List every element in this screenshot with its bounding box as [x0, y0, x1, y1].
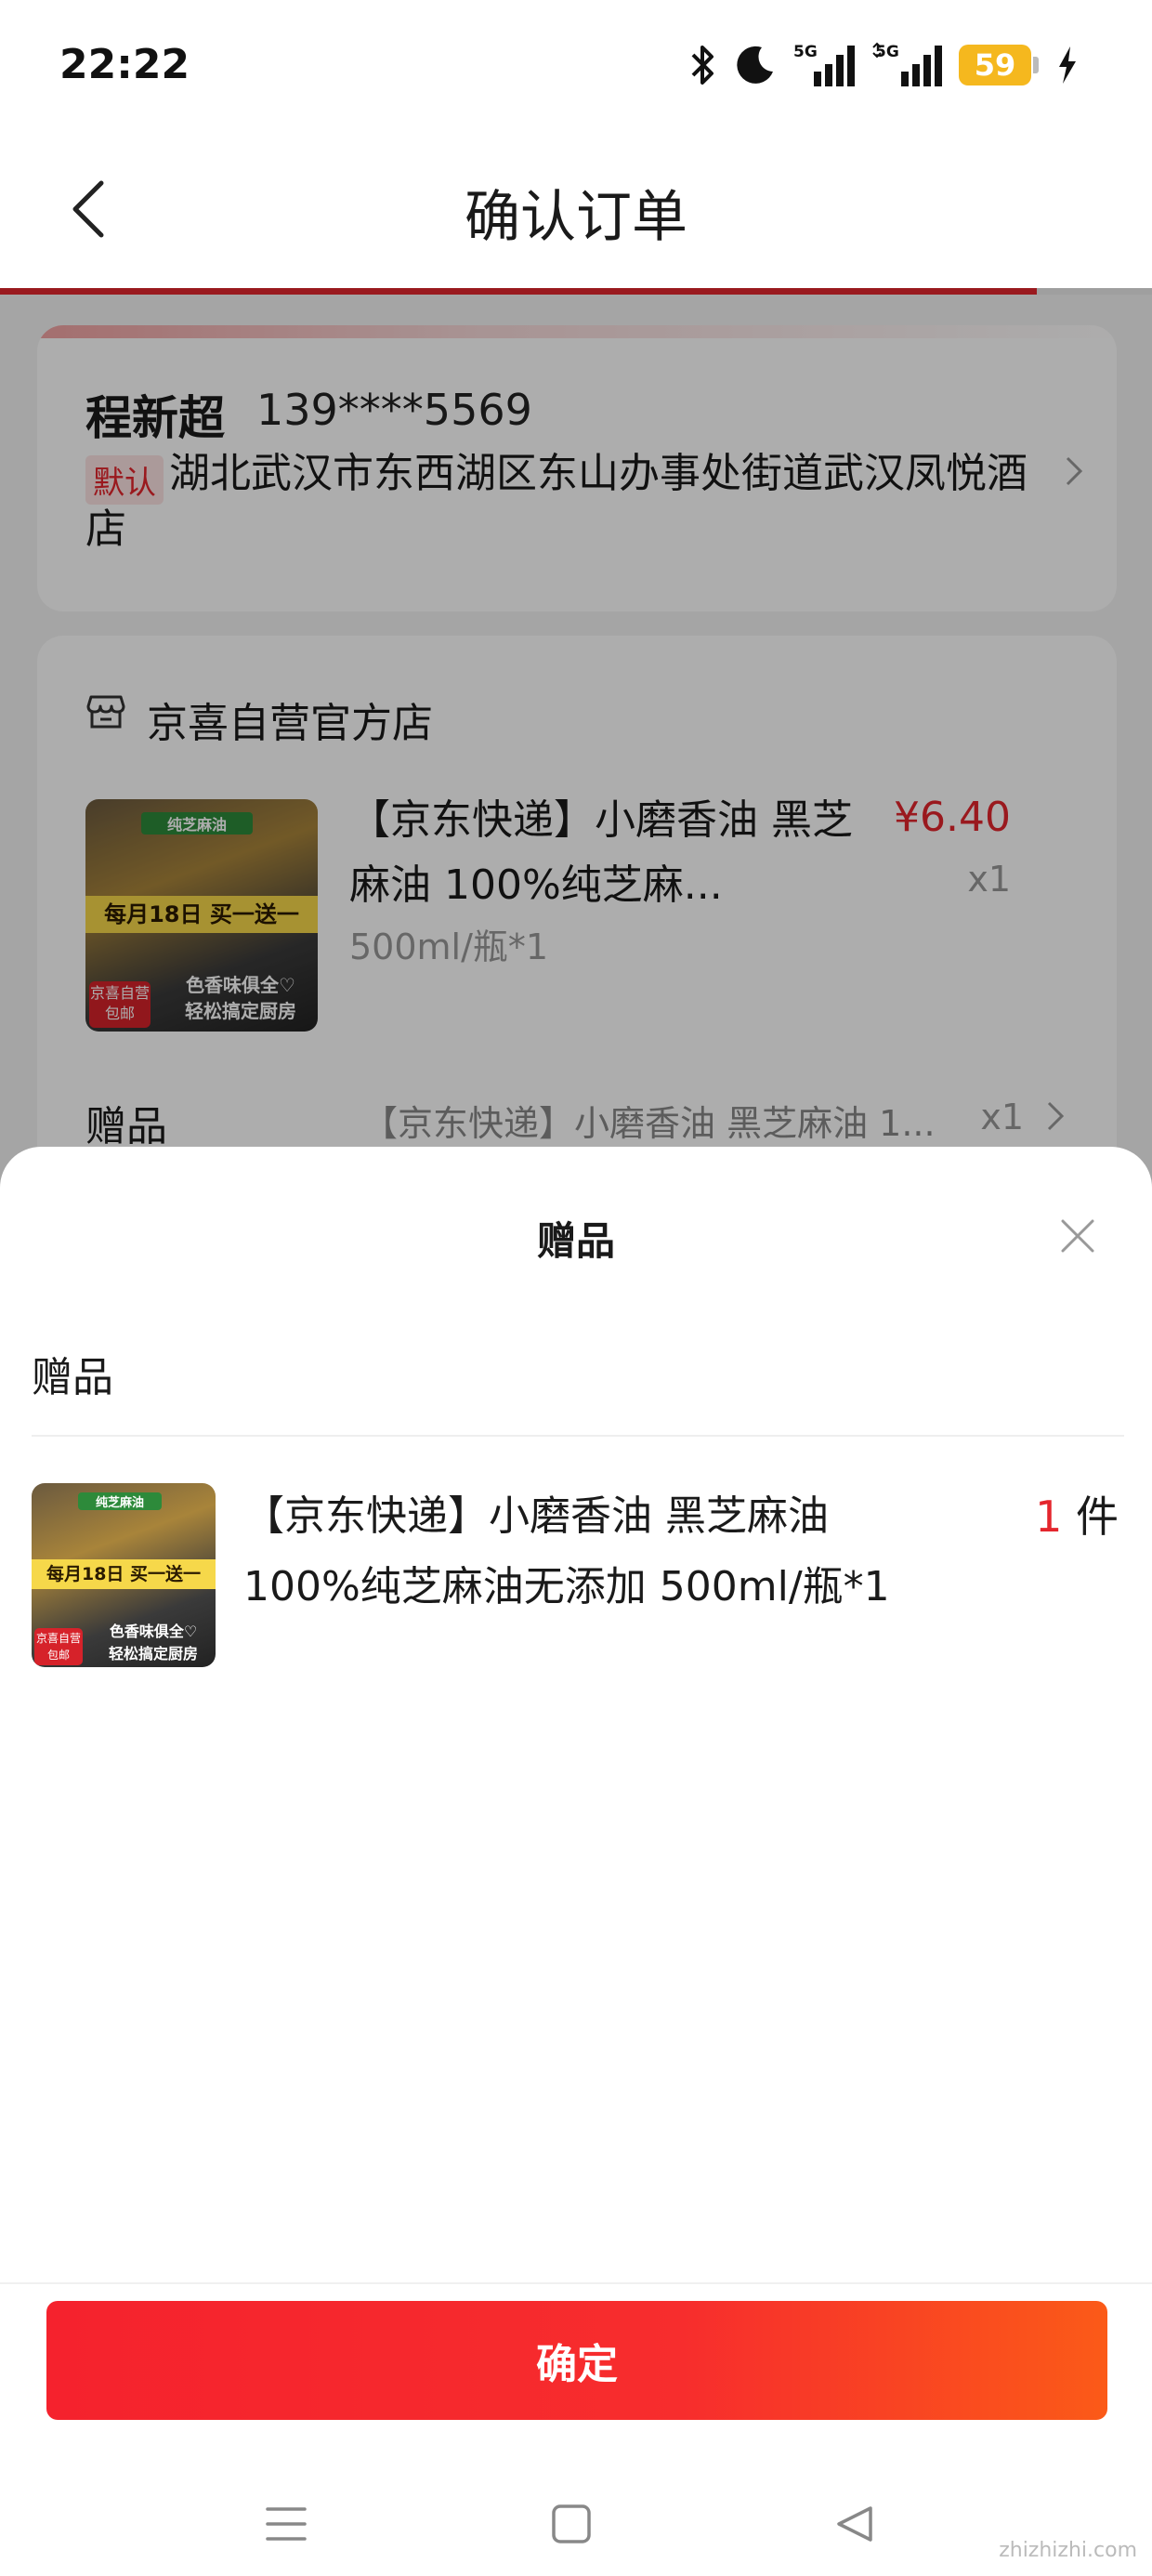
gift-title: 【京东快递】小磨香油 黑芝麻油 100%纯芝麻油无添加 500ml/瓶*1	[243, 1492, 890, 1610]
gift-quantity-number: 1	[1035, 1492, 1063, 1542]
gift-image-promo: 每月18日 买一送一	[32, 1559, 216, 1589]
close-button[interactable]	[1050, 1208, 1106, 1264]
status-icons: 5G 5G 59	[689, 37, 1080, 93]
status-time: 22:22	[59, 41, 190, 88]
menu-icon	[266, 2507, 307, 2541]
nav-bar: 确认订单	[0, 130, 1152, 290]
status-bar: 22:22 5G 5G 59	[0, 0, 1152, 130]
charging-icon	[1059, 46, 1076, 84]
section-divider	[32, 1435, 1124, 1437]
close-icon	[1061, 1219, 1094, 1253]
gift-bottom-sheet: 赠品 赠品 纯芝麻油 每月18日 买一送一 京喜自营 包邮 色香味俱全♡ 轻松搞…	[0, 1147, 1152, 2576]
network-label-1: 5G	[793, 43, 818, 61]
signal-icon: 5G	[872, 42, 942, 86]
page-title: 确认订单	[465, 185, 687, 250]
signal-icon: 5G	[793, 43, 855, 86]
gift-image-tag: 纯芝麻油	[78, 1492, 162, 1510]
battery-icon: 59	[959, 45, 1039, 85]
gift-image-badge: 京喜自营 包邮	[34, 1628, 83, 1665]
gift-image-slogan-2: 轻松搞定厨房	[108, 1645, 198, 1663]
gift-quantity: 1 件	[1035, 1483, 1119, 1544]
gift-section-label: 赠品	[32, 1354, 113, 1401]
system-nav-bar: zhizhizhi.com	[0, 2457, 1152, 2576]
confirm-button[interactable]: 确定	[46, 2301, 1107, 2420]
footer-divider	[0, 2282, 1152, 2284]
menu-button[interactable]	[249, 2487, 323, 2561]
back-triangle-icon	[837, 2506, 872, 2542]
home-button[interactable]	[534, 2487, 609, 2561]
gift-image-slogan-1: 色香味俱全♡	[109, 1623, 198, 1640]
home-square-icon	[552, 2504, 591, 2543]
gift-product-image: 纯芝麻油 每月18日 买一送一 京喜自营 包邮 色香味俱全♡ 轻松搞定厨房	[32, 1483, 216, 1667]
sheet-title: 赠品	[536, 1218, 615, 1264]
gift-quantity-unit: 件	[1076, 1492, 1119, 1542]
battery-level: 59	[959, 45, 1031, 85]
bluetooth-icon	[691, 46, 713, 85]
back-button[interactable]	[56, 172, 121, 246]
moon-icon	[737, 46, 773, 84]
system-back-button[interactable]	[818, 2487, 892, 2561]
watermark: zhizhizhi.com	[999, 2539, 1137, 2562]
chevron-left-icon	[72, 180, 104, 238]
